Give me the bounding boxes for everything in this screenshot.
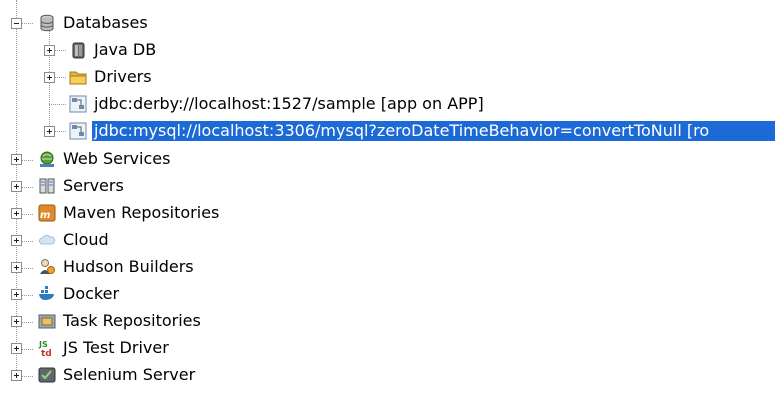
task-repository-icon [38, 312, 56, 330]
tree-node-selenium-server[interactable]: Selenium Server [0, 364, 260, 388]
tree-node-java-db[interactable]: Java DB [0, 39, 260, 63]
tree-node-label: Drivers [94, 67, 152, 86]
tree-node-cloud[interactable]: Cloud [0, 229, 260, 253]
hudson-icon [38, 258, 56, 276]
tree-node-connection-mysql[interactable]: jdbc:mysql://localhost:3306/mysql?zeroDa… [0, 120, 775, 144]
web-services-icon [38, 150, 56, 168]
tree-node-label: jdbc:derby://localhost:1527/sample [app … [94, 94, 484, 113]
tree-node-label: Task Repositories [63, 311, 201, 330]
expand-toggle[interactable] [11, 235, 22, 246]
tree-node-label: Maven Repositories [63, 203, 220, 222]
tree-node-label: Hudson Builders [63, 257, 194, 276]
tree-node-servers[interactable]: Servers [0, 175, 260, 199]
expand-toggle[interactable] [11, 316, 22, 327]
tree-node-label: Web Services [63, 149, 171, 168]
servers-icon [38, 177, 56, 195]
expand-toggle[interactable] [11, 343, 22, 354]
selenium-icon [38, 366, 56, 384]
expand-toggle[interactable] [11, 262, 22, 273]
svg-text:JS: JS [38, 340, 48, 349]
tree-node-js-test-driver[interactable]: JS td JS Test Driver [0, 337, 260, 361]
tree-node-label: Selenium Server [63, 365, 196, 384]
svg-text:td: td [41, 349, 52, 357]
tree-node-web-services[interactable]: Web Services [0, 148, 260, 172]
connection-icon [69, 95, 87, 113]
tree-node-label: Databases [63, 13, 148, 32]
tree-node-databases[interactable]: Databases [0, 12, 260, 36]
maven-icon: m [38, 204, 56, 222]
tree-node-label: Servers [63, 176, 124, 195]
expand-toggle[interactable] [11, 289, 22, 300]
tree-node-connection-derby[interactable]: jdbc:derby://localhost:1527/sample [app … [0, 93, 560, 117]
folder-icon [69, 68, 87, 86]
tree-node-label: JS Test Driver [63, 338, 169, 357]
tree-node-docker[interactable]: Docker [0, 283, 260, 307]
tree-node-label-selected: jdbc:mysql://localhost:3306/mysql?zeroDa… [92, 121, 775, 141]
connection-icon [69, 122, 87, 140]
collapse-toggle[interactable] [11, 18, 22, 29]
tree-node-maven-repositories[interactable]: m Maven Repositories [0, 202, 260, 226]
cloud-icon [38, 231, 56, 249]
tree-node-label: Cloud [63, 230, 109, 249]
database-icon [38, 14, 56, 32]
tree-node-drivers[interactable]: Drivers [0, 66, 260, 90]
tree-node-label: Docker [63, 284, 120, 303]
java-db-icon [69, 41, 87, 59]
expand-toggle[interactable] [11, 181, 22, 192]
expand-toggle[interactable] [11, 370, 22, 381]
services-tree: Databases Java DB Drivers jdbc:derby://l… [0, 0, 775, 396]
svg-text:m: m [40, 210, 50, 221]
tree-node-hudson-builders[interactable]: Hudson Builders [0, 256, 260, 280]
expand-toggle[interactable] [11, 154, 22, 165]
expand-toggle[interactable] [44, 72, 55, 83]
expand-toggle[interactable] [44, 126, 55, 137]
expand-toggle[interactable] [44, 45, 55, 56]
tree-node-task-repositories[interactable]: Task Repositories [0, 310, 260, 334]
tree-node-label: Java DB [94, 40, 157, 59]
expand-toggle[interactable] [11, 208, 22, 219]
docker-icon [38, 285, 56, 303]
js-test-driver-icon: JS td [38, 339, 56, 359]
